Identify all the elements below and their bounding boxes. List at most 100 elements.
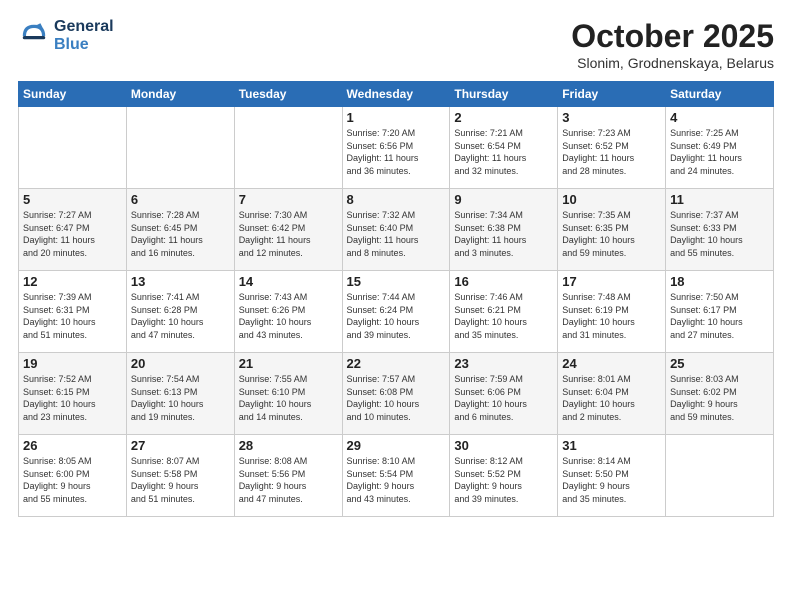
day-cell: 14 Sunrise: 7:43 AM Sunset: 6:26 PM Dayli… bbox=[234, 271, 342, 353]
day-number: 21 bbox=[239, 356, 338, 371]
day-cell: 17Sunrise: 7:48 AM Sunset: 6:19 PM Dayli… bbox=[558, 271, 666, 353]
page: General Blue October 2025 Slonim, Grodne… bbox=[0, 0, 792, 527]
day-cell: 1 Sunrise: 7:20 AM Sunset: 6:56 PM Daylig… bbox=[342, 107, 450, 189]
day-info: Sunrise: 7:28 AM Sunset: 6:45 PM Dayligh… bbox=[131, 209, 230, 259]
day-cell: 22 Sunrise: 7:57 AM Sunset: 6:08 PM Dayli… bbox=[342, 353, 450, 435]
day-cell: 15 Sunrise: 7:44 AM Sunset: 6:24 PM Dayli… bbox=[342, 271, 450, 353]
month-title: October 2025 bbox=[571, 18, 774, 55]
day-info: Sunrise: 7:35 AM Sunset: 6:35 PM Dayligh… bbox=[562, 209, 661, 259]
day-cell: 2Sunrise: 7:21 AM Sunset: 6:54 PM Daylig… bbox=[450, 107, 558, 189]
week-row-4: 19Sunrise: 7:52 AM Sunset: 6:15 PM Dayli… bbox=[19, 353, 774, 435]
day-number: 7 bbox=[239, 192, 338, 207]
day-cell: 16 Sunrise: 7:46 AM Sunset: 6:21 PM Dayli… bbox=[450, 271, 558, 353]
day-info: Sunrise: 7:20 AM Sunset: 6:56 PM Dayligh… bbox=[347, 127, 446, 177]
day-number: 17 bbox=[562, 274, 661, 289]
week-row-5: 26 Sunrise: 8:05 AM Sunset: 6:00 PM Dayli… bbox=[19, 435, 774, 517]
day-number: 3 bbox=[562, 110, 661, 125]
header-cell-wednesday: Wednesday bbox=[342, 82, 450, 107]
day-cell: 29 Sunrise: 8:10 AM Sunset: 5:54 PM Dayli… bbox=[342, 435, 450, 517]
day-info: Sunrise: 7:44 AM Sunset: 6:24 PM Dayligh… bbox=[347, 291, 446, 341]
day-number: 16 bbox=[454, 274, 553, 289]
day-info: Sunrise: 7:57 AM Sunset: 6:08 PM Dayligh… bbox=[347, 373, 446, 423]
day-cell: 11Sunrise: 7:37 AM Sunset: 6:33 PM Dayli… bbox=[666, 189, 774, 271]
header-cell-tuesday: Tuesday bbox=[234, 82, 342, 107]
day-cell: 7 Sunrise: 7:30 AM Sunset: 6:42 PM Daylig… bbox=[234, 189, 342, 271]
day-number: 28 bbox=[239, 438, 338, 453]
day-info: Sunrise: 7:46 AM Sunset: 6:21 PM Dayligh… bbox=[454, 291, 553, 341]
day-info: Sunrise: 7:54 AM Sunset: 6:13 PM Dayligh… bbox=[131, 373, 230, 423]
day-info: Sunrise: 8:07 AM Sunset: 5:58 PM Dayligh… bbox=[131, 455, 230, 505]
day-cell: 4 Sunrise: 7:25 AM Sunset: 6:49 PM Daylig… bbox=[666, 107, 774, 189]
logo-text: General Blue bbox=[54, 18, 114, 54]
day-cell: 13 Sunrise: 7:41 AM Sunset: 6:28 PM Dayli… bbox=[126, 271, 234, 353]
logo: General Blue bbox=[18, 18, 114, 54]
day-info: Sunrise: 8:08 AM Sunset: 5:56 PM Dayligh… bbox=[239, 455, 338, 505]
header-cell-friday: Friday bbox=[558, 82, 666, 107]
day-info: Sunrise: 7:50 AM Sunset: 6:17 PM Dayligh… bbox=[670, 291, 769, 341]
day-number: 15 bbox=[347, 274, 446, 289]
day-cell bbox=[666, 435, 774, 517]
day-cell: 23 Sunrise: 7:59 AM Sunset: 6:06 PM Dayli… bbox=[450, 353, 558, 435]
day-number: 8 bbox=[347, 192, 446, 207]
day-number: 23 bbox=[454, 356, 553, 371]
day-cell: 27 Sunrise: 8:07 AM Sunset: 5:58 PM Dayli… bbox=[126, 435, 234, 517]
day-number: 25 bbox=[670, 356, 769, 371]
header-row: SundayMondayTuesdayWednesdayThursdayFrid… bbox=[19, 82, 774, 107]
logo-icon bbox=[18, 20, 50, 52]
week-row-1: 1 Sunrise: 7:20 AM Sunset: 6:56 PM Daylig… bbox=[19, 107, 774, 189]
day-number: 18 bbox=[670, 274, 769, 289]
day-cell: 31 Sunrise: 8:14 AM Sunset: 5:50 PM Dayli… bbox=[558, 435, 666, 517]
day-cell: 8 Sunrise: 7:32 AM Sunset: 6:40 PM Daylig… bbox=[342, 189, 450, 271]
day-cell: 9Sunrise: 7:34 AM Sunset: 6:38 PM Daylig… bbox=[450, 189, 558, 271]
day-number: 27 bbox=[131, 438, 230, 453]
day-cell bbox=[19, 107, 127, 189]
day-info: Sunrise: 8:05 AM Sunset: 6:00 PM Dayligh… bbox=[23, 455, 122, 505]
day-info: Sunrise: 7:32 AM Sunset: 6:40 PM Dayligh… bbox=[347, 209, 446, 259]
header-cell-thursday: Thursday bbox=[450, 82, 558, 107]
day-number: 1 bbox=[347, 110, 446, 125]
header-cell-monday: Monday bbox=[126, 82, 234, 107]
day-cell: 24 Sunrise: 8:01 AM Sunset: 6:04 PM Dayli… bbox=[558, 353, 666, 435]
day-number: 26 bbox=[23, 438, 122, 453]
day-cell: 18 Sunrise: 7:50 AM Sunset: 6:17 PM Dayli… bbox=[666, 271, 774, 353]
day-info: Sunrise: 8:10 AM Sunset: 5:54 PM Dayligh… bbox=[347, 455, 446, 505]
day-info: Sunrise: 7:25 AM Sunset: 6:49 PM Dayligh… bbox=[670, 127, 769, 177]
day-info: Sunrise: 7:21 AM Sunset: 6:54 PM Dayligh… bbox=[454, 127, 553, 177]
day-cell bbox=[126, 107, 234, 189]
day-info: Sunrise: 8:01 AM Sunset: 6:04 PM Dayligh… bbox=[562, 373, 661, 423]
day-number: 14 bbox=[239, 274, 338, 289]
day-info: Sunrise: 8:14 AM Sunset: 5:50 PM Dayligh… bbox=[562, 455, 661, 505]
day-cell: 6 Sunrise: 7:28 AM Sunset: 6:45 PM Daylig… bbox=[126, 189, 234, 271]
header-cell-saturday: Saturday bbox=[666, 82, 774, 107]
day-info: Sunrise: 7:59 AM Sunset: 6:06 PM Dayligh… bbox=[454, 373, 553, 423]
day-number: 5 bbox=[23, 192, 122, 207]
day-cell: 12Sunrise: 7:39 AM Sunset: 6:31 PM Dayli… bbox=[19, 271, 127, 353]
day-cell: 10Sunrise: 7:35 AM Sunset: 6:35 PM Dayli… bbox=[558, 189, 666, 271]
day-number: 20 bbox=[131, 356, 230, 371]
day-cell: 30Sunrise: 8:12 AM Sunset: 5:52 PM Dayli… bbox=[450, 435, 558, 517]
day-number: 6 bbox=[131, 192, 230, 207]
week-row-2: 5 Sunrise: 7:27 AM Sunset: 6:47 PM Daylig… bbox=[19, 189, 774, 271]
day-info: Sunrise: 7:41 AM Sunset: 6:28 PM Dayligh… bbox=[131, 291, 230, 341]
day-info: Sunrise: 7:27 AM Sunset: 6:47 PM Dayligh… bbox=[23, 209, 122, 259]
day-number: 24 bbox=[562, 356, 661, 371]
day-cell: 25Sunrise: 8:03 AM Sunset: 6:02 PM Dayli… bbox=[666, 353, 774, 435]
day-number: 22 bbox=[347, 356, 446, 371]
day-info: Sunrise: 7:30 AM Sunset: 6:42 PM Dayligh… bbox=[239, 209, 338, 259]
day-number: 29 bbox=[347, 438, 446, 453]
day-number: 31 bbox=[562, 438, 661, 453]
day-cell: 21 Sunrise: 7:55 AM Sunset: 6:10 PM Dayli… bbox=[234, 353, 342, 435]
day-number: 19 bbox=[23, 356, 122, 371]
day-info: Sunrise: 7:37 AM Sunset: 6:33 PM Dayligh… bbox=[670, 209, 769, 259]
day-info: Sunrise: 7:43 AM Sunset: 6:26 PM Dayligh… bbox=[239, 291, 338, 341]
week-row-3: 12Sunrise: 7:39 AM Sunset: 6:31 PM Dayli… bbox=[19, 271, 774, 353]
day-number: 13 bbox=[131, 274, 230, 289]
day-number: 4 bbox=[670, 110, 769, 125]
day-cell: 3Sunrise: 7:23 AM Sunset: 6:52 PM Daylig… bbox=[558, 107, 666, 189]
day-cell: 19Sunrise: 7:52 AM Sunset: 6:15 PM Dayli… bbox=[19, 353, 127, 435]
day-info: Sunrise: 7:55 AM Sunset: 6:10 PM Dayligh… bbox=[239, 373, 338, 423]
day-info: Sunrise: 7:34 AM Sunset: 6:38 PM Dayligh… bbox=[454, 209, 553, 259]
day-info: Sunrise: 7:39 AM Sunset: 6:31 PM Dayligh… bbox=[23, 291, 122, 341]
day-cell: 20 Sunrise: 7:54 AM Sunset: 6:13 PM Dayli… bbox=[126, 353, 234, 435]
calendar-table: SundayMondayTuesdayWednesdayThursdayFrid… bbox=[18, 81, 774, 517]
